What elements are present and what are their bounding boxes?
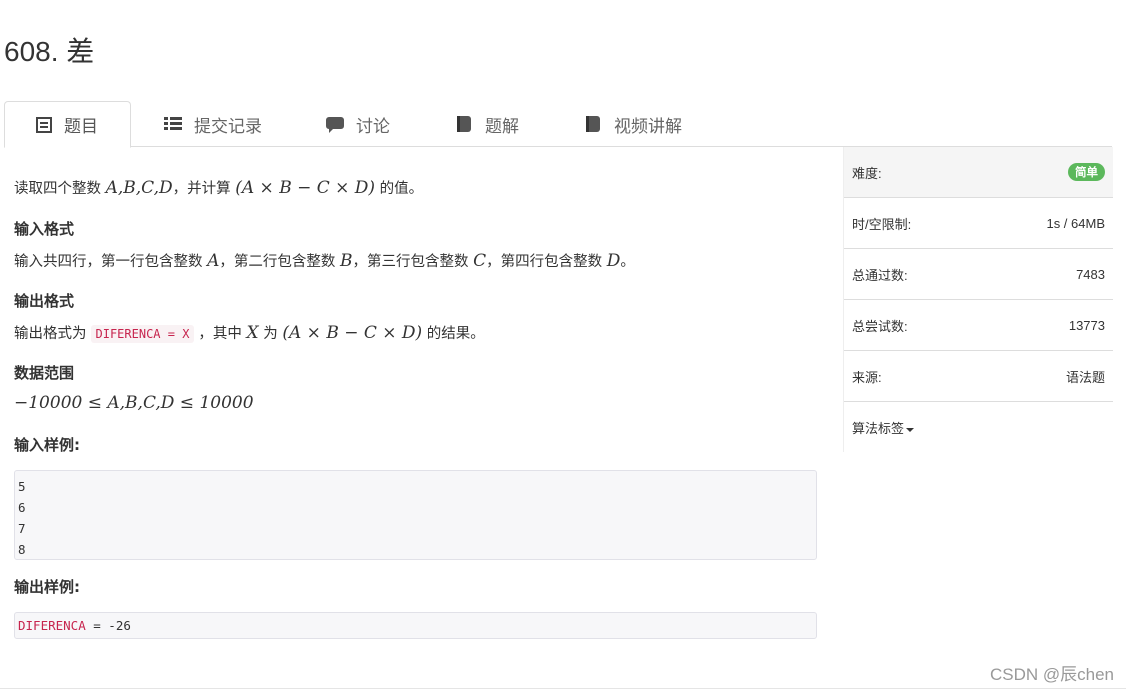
input-format-heading: 输入格式 bbox=[14, 220, 75, 238]
book-icon bbox=[584, 116, 602, 132]
algorithm-tags-toggle[interactable]: 算法标签 bbox=[844, 402, 1113, 453]
data-range-text: −10000 ≤ A,B,C,D ≤ 10000 bbox=[14, 393, 254, 413]
tab-submissions[interactable]: 提交记录 bbox=[164, 101, 262, 147]
problem-name: 差 bbox=[66, 36, 95, 67]
source-row: 来源: 语法题 bbox=[844, 351, 1113, 402]
tried-row: 总尝试数: 13773 bbox=[844, 300, 1113, 351]
tab-label: 题解 bbox=[485, 116, 519, 137]
list-icon bbox=[164, 116, 182, 132]
output-format-heading: 输出格式 bbox=[14, 292, 75, 310]
limit-row: 时/空限制: 1s / 64MB bbox=[844, 198, 1113, 249]
passed-row: 总通过数: 7483 bbox=[844, 249, 1113, 300]
problem-info-sidebar: 难度: 简单 时/空限制: 1s / 64MB 总通过数: 7483 总尝试数:… bbox=[843, 147, 1113, 453]
sample-output-block[interactable]: DIFERENCA = -26 bbox=[14, 612, 817, 639]
input-format-text: 输入共四行，第一行包含整数 A，第二行包含整数 B，第三行包含整数 C，第四行包… bbox=[14, 251, 635, 271]
tab-problem[interactable]: 题目 bbox=[4, 101, 131, 148]
caret-down-icon bbox=[906, 427, 915, 432]
inline-code: DIFERENCA = X bbox=[90, 325, 195, 343]
tab-video[interactable]: 视频讲解 bbox=[584, 101, 682, 147]
difficulty-row: 难度: 简单 bbox=[844, 147, 1113, 198]
problem-number: 608. bbox=[4, 36, 59, 67]
tab-label: 题目 bbox=[64, 117, 98, 137]
tab-bar: 题目 提交记录 讨论 题解 视频讲解 bbox=[4, 101, 1112, 148]
sample-input-block[interactable]: 5 6 7 8 bbox=[14, 470, 817, 560]
book-icon bbox=[455, 116, 473, 132]
tab-label: 讨论 bbox=[356, 116, 390, 137]
data-range-heading: 数据范围 bbox=[14, 364, 75, 382]
output-format-text: 输出格式为 DIFERENCA = X ，其中 X 为 (A × B − C × D… bbox=[14, 323, 485, 343]
sample-output-heading: 输出样例: bbox=[14, 578, 80, 596]
tab-label: 视频讲解 bbox=[614, 116, 682, 137]
tab-label: 提交记录 bbox=[194, 116, 262, 137]
watermark: CSDN @辰chen bbox=[989, 665, 1114, 684]
tab-discussion[interactable]: 讨论 bbox=[326, 101, 390, 147]
comment-icon bbox=[326, 116, 344, 133]
problem-description: 读取四个整数 A,B,C,D，并计算 (A × B − C × D) 的值。 bbox=[14, 178, 424, 198]
tab-solutions[interactable]: 题解 bbox=[455, 101, 519, 147]
difficulty-badge: 简单 bbox=[1068, 163, 1105, 181]
sample-input-heading: 输入样例: bbox=[14, 436, 80, 454]
divider bbox=[0, 688, 1126, 689]
page-title: 608. 差 bbox=[4, 30, 94, 70]
list-alt-icon bbox=[36, 116, 52, 133]
